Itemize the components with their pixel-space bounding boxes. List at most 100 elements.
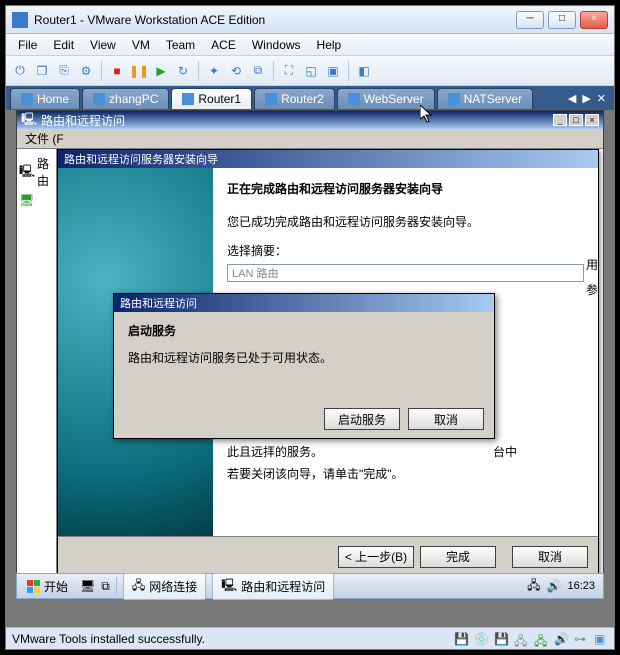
status-message: VMware Tools installed successfully.: [12, 632, 205, 646]
menu-windows[interactable]: Windows: [244, 36, 309, 54]
summary-field[interactable]: LAN 路由: [227, 264, 584, 282]
quick-launch-1[interactable]: 🖥: [80, 579, 95, 593]
clone-icon[interactable]: ⎘: [54, 61, 74, 81]
tray-clock[interactable]: 16:23: [567, 580, 595, 592]
window-title: Router1 - VMware Workstation ACE Edition: [34, 13, 516, 27]
quick-launch-2[interactable]: ⧉: [101, 579, 110, 594]
network-icon: 🖧: [132, 576, 145, 597]
status-usb-icon[interactable]: ⊶: [574, 632, 588, 646]
wizard-title: 路由和远程访问服务器安装向导: [58, 150, 598, 168]
content-pane: 路由和远程访问服务器安装向导 正在完成路由和远程访问服务器安装向导 您已成功完成…: [57, 149, 603, 598]
tab-close[interactable]: ✕: [597, 92, 606, 105]
tree-root[interactable]: 🖳路由: [19, 155, 54, 189]
tab-natserver[interactable]: NATServer: [437, 88, 533, 109]
snapshot-take-icon[interactable]: ✦: [204, 61, 224, 81]
toolbar: ⏻ ❐ ⎘ ⚙ ■ ❚❚ ▶ ↻ ✦ ⟲ ⧉ ⛶ ◱ ▣ ◧: [6, 56, 614, 86]
server-icon: 🖳: [221, 576, 237, 597]
task-network[interactable]: 🖧网络连接: [123, 573, 206, 600]
pause-icon[interactable]: ❚❚: [129, 61, 149, 81]
start-service-button[interactable]: 启动服务: [324, 408, 400, 430]
server-icon: 🖳: [19, 162, 35, 183]
mmc-close-button[interactable]: ×: [585, 114, 599, 126]
status-bar: VMware Tools installed successfully. 💾 💿…: [6, 627, 614, 649]
minimize-button[interactable]: ─: [516, 11, 544, 29]
play-icon[interactable]: ▶: [151, 61, 171, 81]
mmc-min-button[interactable]: _: [553, 114, 567, 126]
back-button[interactable]: < 上一步(B): [338, 546, 414, 568]
reset-icon[interactable]: ↻: [173, 61, 193, 81]
task-rras[interactable]: 🖳路由和远程访问: [212, 573, 334, 600]
server-green-icon: 🖥: [19, 193, 34, 207]
windows-icon: [27, 580, 40, 593]
vm-icon: [93, 93, 105, 105]
menu-help[interactable]: Help: [309, 36, 350, 54]
settings-icon[interactable]: ⚙: [76, 61, 96, 81]
status-vm-icon[interactable]: ▣: [594, 632, 608, 646]
tab-home[interactable]: Home: [10, 88, 80, 109]
guest-display: 🖳 路由和远程访问 _ □ × 文件 (F 🖳路由 🖥: [6, 110, 614, 627]
fullscreen-icon[interactable]: ⛶: [279, 61, 299, 81]
tree-child[interactable]: 🖥: [19, 193, 54, 207]
mmc-file-menu[interactable]: 文件 (F: [21, 130, 68, 147]
dialog-cancel-button[interactable]: 取消: [408, 408, 484, 430]
dialog-text: 路由和远程访问服务已处于可用状态。: [128, 349, 480, 366]
mmc-window: 🖳 路由和远程访问 _ □ × 文件 (F 🖳路由 🖥: [16, 110, 604, 599]
finish-button[interactable]: 完成: [420, 546, 496, 568]
unity-icon[interactable]: ◱: [301, 61, 321, 81]
mmc-titlebar: 🖳 路由和远程访问 _ □ ×: [17, 111, 603, 129]
partial-text-1: 此且远拝的服务。台中: [227, 443, 517, 460]
sidebar-toggle-icon[interactable]: ◧: [354, 61, 374, 81]
wizard-text1: 您已成功完成路由和远程访问服务器安装向导。: [227, 213, 584, 232]
status-net2-icon[interactable]: 🖧: [534, 632, 548, 646]
system-tray: 🖧 🔊 16:23: [527, 576, 599, 597]
status-net1-icon[interactable]: 🖧: [514, 632, 528, 646]
snapshot-revert-icon[interactable]: ⟲: [226, 61, 246, 81]
menu-bar: File Edit View VM Team ACE Windows Help: [6, 34, 614, 56]
tree-pane: 🖳路由 🖥: [17, 149, 57, 598]
console-icon[interactable]: ▣: [323, 61, 343, 81]
status-hdd-icon[interactable]: 💾: [454, 632, 468, 646]
status-sound-icon[interactable]: 🔊: [554, 632, 568, 646]
cancel-button[interactable]: 取消: [512, 546, 588, 568]
wizard-footer: < 上一步(B) 完成 取消: [58, 536, 598, 576]
guest-taskbar: 开始 🖥 ⧉ 🖧网络连接 🖳路由和远程访问 🖧 🔊 16:23: [16, 573, 604, 599]
close-button[interactable]: ×: [580, 11, 608, 29]
server-icon: 🖳: [21, 110, 37, 131]
app-icon: [12, 12, 28, 28]
summary-label: 选择摘要：: [227, 242, 584, 261]
mmc-body: 🖳路由 🖥 路由和远程访问服务器安装向导 正在完成路由和远程访问服务器安装向导 …: [17, 149, 603, 598]
vmware-window: Router1 - VMware Workstation ACE Edition…: [5, 5, 615, 650]
menu-file[interactable]: File: [10, 36, 45, 54]
wizard-heading: 正在完成路由和远程访问服务器安装向导: [227, 180, 584, 199]
menu-edit[interactable]: Edit: [45, 36, 82, 54]
menu-view[interactable]: View: [82, 36, 124, 54]
menu-team[interactable]: Team: [158, 36, 203, 54]
tray-icon-2[interactable]: 🔊: [547, 579, 562, 593]
tab-zhangpc[interactable]: zhangPC: [82, 88, 169, 109]
dialog-title: 路由和远程访问: [114, 294, 494, 312]
status-floppy-icon[interactable]: 💾: [494, 632, 508, 646]
home-icon: [21, 93, 33, 105]
stop-icon[interactable]: ■: [107, 61, 127, 81]
tab-router2[interactable]: Router2: [254, 88, 335, 109]
status-cd-icon[interactable]: 💿: [474, 632, 488, 646]
dialog-heading: 启动服务: [128, 322, 480, 339]
mmc-max-button[interactable]: □: [569, 114, 583, 126]
tab-router1[interactable]: Router1: [171, 88, 252, 109]
tray-icon-1[interactable]: 🖧: [527, 576, 540, 597]
start-button[interactable]: 开始: [21, 576, 74, 597]
snapshot-icon[interactable]: ❐: [32, 61, 52, 81]
snapshot-manage-icon[interactable]: ⧉: [248, 61, 268, 81]
start-service-dialog: 路由和远程访问 启动服务 路由和远程访问服务已处于可用状态。 启动服务 取消: [113, 293, 495, 439]
tab-scroll-left[interactable]: ◀: [568, 92, 576, 105]
partial-text-right-1: 用参: [586, 256, 598, 300]
vm-icon: [265, 93, 277, 105]
menu-ace[interactable]: ACE: [203, 36, 244, 54]
poweron-icon[interactable]: ⏻: [10, 61, 30, 81]
vm-icon: [348, 93, 360, 105]
tab-webserver[interactable]: WebServer: [337, 88, 435, 109]
title-bar: Router1 - VMware Workstation ACE Edition…: [6, 6, 614, 34]
menu-vm[interactable]: VM: [124, 36, 158, 54]
tab-scroll-right[interactable]: ▶: [582, 92, 590, 105]
maximize-button[interactable]: □: [548, 11, 576, 29]
